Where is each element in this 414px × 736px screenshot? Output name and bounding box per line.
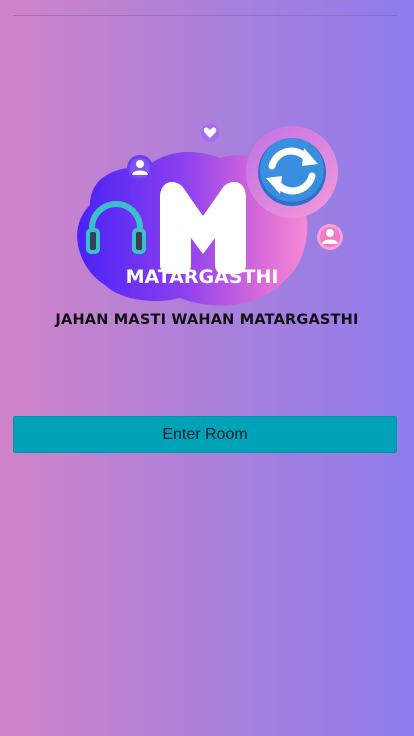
logo-brand-name: MATARGASTHI — [126, 266, 279, 288]
top-divider — [13, 15, 397, 16]
app-logo: MATARGASTHI — [60, 120, 350, 315]
heart-icon — [201, 124, 219, 142]
logo-tagline: JAHAN MASTI WAHAN MATARGASTHI — [55, 312, 359, 328]
user-icon — [127, 155, 153, 181]
user-icon-right — [317, 224, 343, 250]
enter-room-button[interactable]: Enter Room — [13, 416, 397, 453]
